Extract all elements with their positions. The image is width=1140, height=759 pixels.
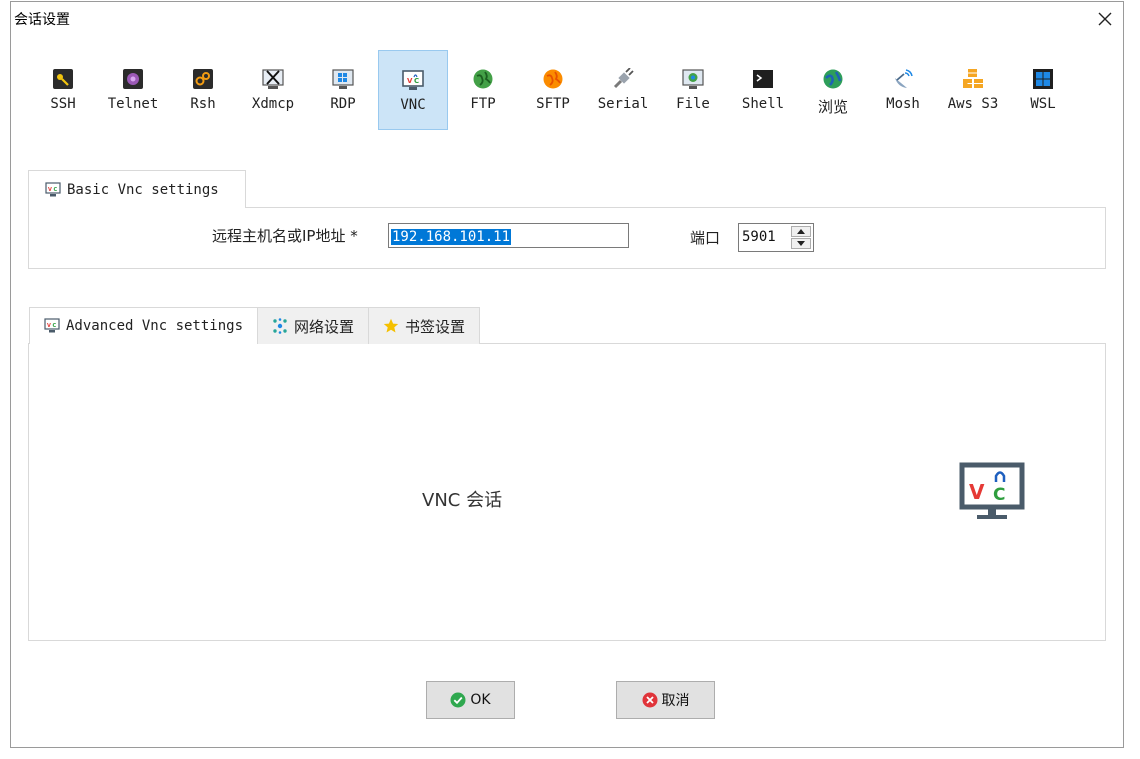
port-value: 5901 (742, 229, 776, 245)
port-increment-button[interactable] (791, 226, 811, 237)
telnet-icon (122, 68, 144, 90)
windows-monitor-icon (332, 68, 354, 90)
svg-text:V: V (47, 323, 51, 329)
session-type-sftp[interactable]: SFTP (518, 50, 588, 130)
basic-settings-panel: 远程主机名或IP地址 * 192.168.101.11 端口 5901 (28, 207, 1106, 269)
file-monitor-icon (682, 68, 704, 90)
arrow-up-icon (797, 229, 805, 234)
svg-text:V: V (407, 77, 413, 85)
session-type-rdp[interactable]: RDP (308, 50, 378, 130)
session-type-label: Rsh (190, 96, 216, 112)
session-type-rsh[interactable]: Rsh (168, 50, 238, 130)
cancel-button[interactable]: 取消 (616, 681, 715, 719)
session-type-label: Telnet (107, 96, 159, 112)
session-type-aws-s3[interactable]: Aws S3 (938, 50, 1008, 130)
session-type-ftp[interactable]: FTP (448, 50, 518, 130)
port-label: 端口 (690, 229, 721, 247)
session-type-shell[interactable]: Shell (728, 50, 798, 130)
session-type-label: FTP (470, 96, 496, 112)
star-icon (383, 318, 399, 333)
tab-label: 网络设置 (294, 317, 355, 336)
globe-green-icon (472, 68, 494, 90)
key-icon (52, 68, 74, 90)
session-type-label: VNC (400, 97, 426, 113)
close-button[interactable] (1093, 7, 1117, 31)
session-type-xdmcp[interactable]: Xdmcp (238, 50, 308, 130)
session-type-label: Aws S3 (947, 96, 999, 112)
tab-basic-vnc-settings[interactable]: VC Basic Vnc settings (28, 170, 246, 208)
session-type-vnc[interactable]: VC VNC (378, 50, 448, 130)
check-circle-icon (450, 692, 466, 708)
vnc-large-icon: V C (959, 462, 1025, 519)
remote-host-value: 192.168.101.11 (391, 229, 512, 245)
session-type-label: Xdmcp (251, 96, 295, 112)
session-type-label: RDP (330, 96, 356, 112)
tab-label: 书签设置 (405, 317, 466, 336)
svg-text:V: V (48, 187, 52, 193)
cancel-label: 取消 (661, 693, 690, 709)
session-type-ssh[interactable]: SSH (28, 50, 98, 130)
window-title: 会话设置 (14, 12, 70, 28)
serial-plug-icon (612, 68, 634, 90)
session-type-label: 浏览 (817, 98, 848, 116)
session-type-serial[interactable]: Serial (588, 50, 658, 130)
session-type-label: WSL (1030, 96, 1056, 112)
ok-button[interactable]: OK (426, 681, 515, 719)
session-type-label: Serial (597, 96, 649, 112)
session-type-label: SSH (50, 96, 76, 112)
x-window-icon (262, 68, 284, 90)
network-icon (273, 318, 287, 334)
session-type-file[interactable]: File (658, 50, 728, 130)
session-caption: VNC 会话 (422, 490, 503, 511)
tab-label: Advanced Vnc settings (66, 318, 244, 334)
vnc-icon: VC (44, 318, 60, 333)
remote-host-label: 远程主机名或IP地址 * (212, 227, 358, 245)
port-spinbox[interactable]: 5901 (738, 223, 814, 252)
vnc-icon: VC (45, 181, 61, 196)
terminal-icon (752, 68, 774, 90)
svg-text:C: C (53, 323, 57, 329)
session-type-label: Mosh (886, 96, 920, 112)
satellite-icon (892, 68, 914, 90)
advanced-tab-bar: VC Advanced Vnc settings 网络设置 书签设置 (29, 307, 481, 344)
ok-label: OK (470, 692, 491, 708)
svg-text:V: V (969, 480, 985, 504)
svg-text:C: C (54, 187, 58, 193)
close-icon (1098, 12, 1112, 26)
advanced-settings-panel: VNC 会话 V C (28, 343, 1106, 641)
port-decrement-button[interactable] (791, 238, 811, 249)
session-type-label: SFTP (536, 96, 570, 112)
session-settings-dialog: 会话设置 SSH Telnet Rsh Xdmcp RDP V C VNC FT… (10, 1, 1124, 748)
session-type-browse[interactable]: 浏览 (798, 50, 868, 130)
tab-bookmark-settings[interactable]: 书签设置 (368, 307, 481, 344)
globe-browser-icon (822, 68, 844, 90)
windows-icon (1032, 68, 1054, 90)
globe-orange-icon (542, 68, 564, 90)
tab-label: Basic Vnc settings (67, 181, 219, 198)
title-bar: 会话设置 (11, 2, 1123, 36)
session-type-label: File (676, 96, 710, 112)
session-type-toolbar: SSH Telnet Rsh Xdmcp RDP V C VNC FTP SFT… (11, 50, 1123, 132)
svg-text:C: C (414, 77, 419, 85)
tab-advanced-vnc-settings[interactable]: VC Advanced Vnc settings (29, 307, 259, 344)
vnc-icon: VC (402, 69, 424, 91)
session-type-label: Shell (741, 96, 785, 112)
remote-host-input[interactable]: 192.168.101.11 (388, 223, 629, 248)
arrow-down-icon (797, 241, 805, 246)
session-type-mosh[interactable]: Mosh (868, 50, 938, 130)
tab-network-settings[interactable]: 网络设置 (257, 307, 370, 344)
session-type-telnet[interactable]: Telnet (98, 50, 168, 130)
aws-cubes-icon (962, 68, 984, 90)
rsh-icon (192, 68, 214, 90)
x-circle-icon (642, 692, 657, 708)
session-type-wsl[interactable]: WSL (1008, 50, 1078, 130)
svg-text:C: C (993, 485, 1005, 505)
